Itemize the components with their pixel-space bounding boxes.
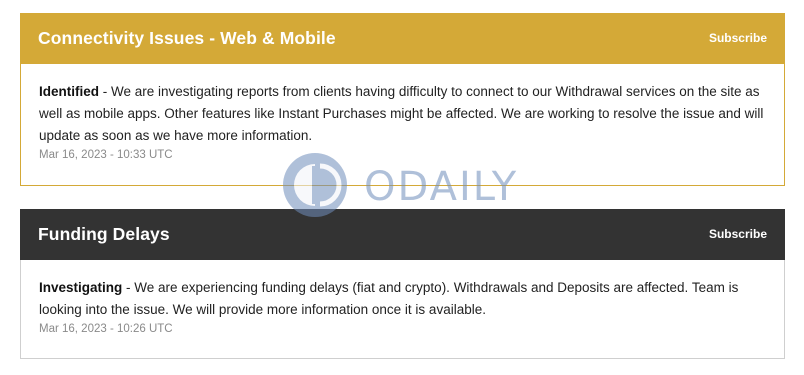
incident-update: Identified - We are investigating report… — [20, 64, 785, 186]
update-text: Investigating - We are experiencing fund… — [39, 277, 766, 321]
incident-update: Investigating - We are experiencing fund… — [20, 260, 785, 359]
update-message: - We are experiencing funding delays (fi… — [39, 280, 739, 317]
incident-header: Funding Delays Subscribe — [20, 209, 785, 260]
update-status: Investigating — [39, 280, 123, 295]
subscribe-button[interactable]: Subscribe — [709, 31, 767, 45]
subscribe-button[interactable]: Subscribe — [709, 227, 767, 241]
update-text: Identified - We are investigating report… — [39, 81, 766, 147]
incident-card-funding: Funding Delays Subscribe Investigating -… — [20, 209, 785, 359]
update-timestamp: Mar 16, 2023 - 10:33 UTC — [39, 149, 173, 161]
update-message: - We are investigating reports from clie… — [39, 84, 764, 143]
update-timestamp: Mar 16, 2023 - 10:26 UTC — [39, 323, 173, 335]
incident-card-connectivity: Connectivity Issues - Web & Mobile Subsc… — [20, 13, 785, 186]
incident-title: Funding Delays — [38, 224, 170, 244]
incident-header: Connectivity Issues - Web & Mobile Subsc… — [20, 13, 785, 64]
incident-title: Connectivity Issues - Web & Mobile — [38, 28, 336, 48]
update-status: Identified — [39, 84, 99, 99]
